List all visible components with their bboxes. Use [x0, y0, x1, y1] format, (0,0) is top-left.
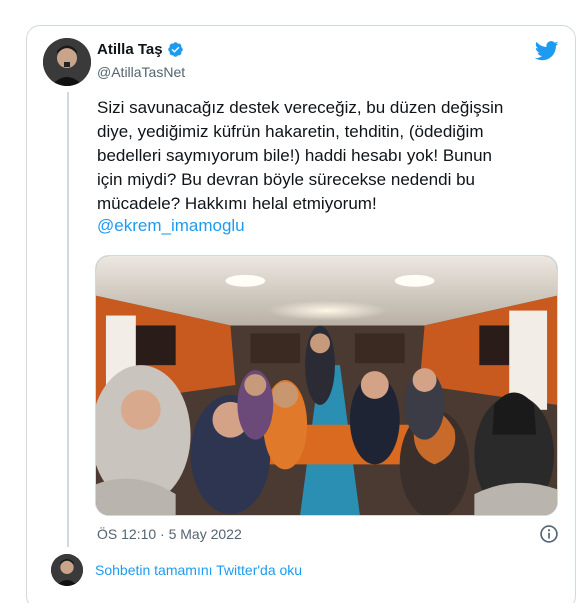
author-name-row[interactable]: Atilla Taş — [97, 41, 184, 58]
author-handle[interactable]: @AtillaTasNet — [97, 64, 185, 80]
tweet-timestamp[interactable]: ÖS 12:10 · 5 May 2022 — [97, 526, 242, 542]
tweet-text: Sizi savunacağız destek vereceğiz, bu dü… — [97, 98, 504, 213]
tweet-card: Atilla Taş @AtillaTasNet Sizi savunacağı… — [26, 25, 576, 603]
reply-avatar[interactable] — [51, 554, 83, 586]
tweet-photo[interactable] — [95, 255, 558, 516]
mention-link[interactable]: @ekrem_imamoglu — [97, 216, 245, 236]
read-more-link[interactable]: Sohbetin tamamını Twitter'da oku — [95, 562, 302, 578]
info-icon[interactable] — [539, 524, 559, 544]
thread-line — [67, 92, 69, 547]
author-name[interactable]: Atilla Taş — [97, 41, 163, 58]
author-avatar[interactable] — [43, 38, 91, 86]
twitter-bird-icon[interactable] — [535, 40, 559, 62]
verified-badge-icon — [167, 42, 183, 57]
